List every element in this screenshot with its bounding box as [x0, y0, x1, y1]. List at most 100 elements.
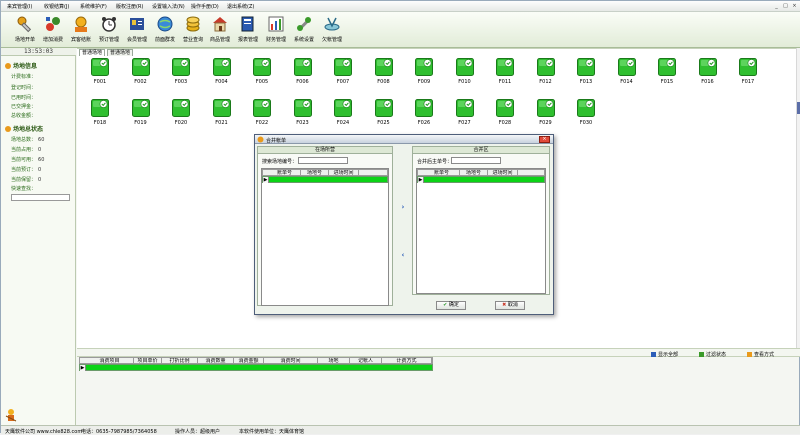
- info-row: 计费标准：: [11, 74, 37, 80]
- alarm-clock-icon: [102, 17, 116, 32]
- court-info-heading: 场地信息: [5, 61, 37, 70]
- quick-search-input[interactable]: [11, 194, 70, 201]
- menu-input-method[interactable]: 设置输入法(N): [152, 3, 185, 10]
- court-available-icon: [698, 58, 717, 76]
- menu-bar: 来宾管理(I) 收银结算(J) 系统维护(F) 版权注册(R) 设置输入法(N)…: [1, 1, 800, 12]
- quick-search-label: 快速查找：: [11, 186, 37, 192]
- court-tile[interactable]: F009: [412, 58, 436, 85]
- court-tile[interactable]: F008: [372, 58, 396, 85]
- member-button[interactable]: 会员管理: [122, 14, 152, 46]
- add-consume-button[interactable]: 增加消费: [38, 14, 68, 46]
- court-tile[interactable]: F002: [129, 58, 153, 85]
- maximize-button[interactable]: □: [782, 3, 789, 9]
- court-tile[interactable]: F030: [574, 99, 598, 126]
- finance-button[interactable]: 财务管理: [261, 14, 291, 46]
- view-mode-button[interactable]: 查看方式: [747, 351, 774, 358]
- court-tile[interactable]: F020: [169, 99, 193, 126]
- move-right-button[interactable]: ›: [399, 203, 407, 211]
- menu-maintenance[interactable]: 系统维护(F): [80, 3, 107, 10]
- court-tile[interactable]: F007: [331, 58, 355, 85]
- court-tile[interactable]: F015: [655, 58, 679, 85]
- court-available-icon: [536, 58, 555, 76]
- court-tile[interactable]: F022: [250, 99, 274, 126]
- menu-manual[interactable]: 操作手册(D): [191, 3, 219, 10]
- court-tile[interactable]: F004: [210, 58, 234, 85]
- view-icon: [747, 352, 752, 357]
- court-tile[interactable]: F018: [88, 99, 112, 126]
- key-open-icon: [17, 16, 32, 33]
- court-tile[interactable]: F026: [412, 99, 436, 126]
- toolbar-label: 预订管理: [98, 37, 119, 43]
- court-tile[interactable]: F023: [291, 99, 315, 126]
- bottom-action-bar: 显示全部 过滤状态 查看方式: [77, 348, 800, 358]
- dialog-title: 合并帐单: [266, 138, 287, 144]
- court-tile[interactable]: F029: [534, 99, 558, 126]
- court-tile[interactable]: F011: [493, 58, 517, 85]
- court-tile[interactable]: F024: [331, 99, 355, 126]
- court-label: F026: [417, 120, 431, 126]
- main-bill-label: 合并后主单号：: [417, 159, 453, 165]
- vertical-scrollbar[interactable]: [796, 48, 800, 348]
- move-left-button[interactable]: ‹: [399, 251, 407, 259]
- close-window-button[interactable]: ×: [791, 3, 798, 9]
- court-tile[interactable]: F003: [169, 58, 193, 85]
- member-card-icon: [130, 18, 144, 30]
- status-row: 当前占用： 0: [11, 147, 42, 153]
- court-tile[interactable]: F028: [493, 99, 517, 126]
- court-tile[interactable]: F016: [696, 58, 720, 85]
- search-court-input[interactable]: [298, 157, 348, 164]
- menu-guest[interactable]: 来宾管理(I): [7, 3, 32, 10]
- toolbar-label: 前面群发: [154, 37, 175, 43]
- report-button[interactable]: 报表管理: [233, 14, 263, 46]
- table-row[interactable]: ▶: [417, 176, 545, 183]
- checkout-button[interactable]: 宾客结账: [66, 14, 96, 46]
- court-tile[interactable]: F017: [736, 58, 760, 85]
- court-tile[interactable]: F001: [88, 58, 112, 85]
- revenue-query-button[interactable]: 营业查询: [178, 14, 208, 46]
- table-row[interactable]: ▶: [262, 176, 388, 183]
- tab-normal-court-2[interactable]: 普通场地: [107, 49, 134, 56]
- menu-checkout[interactable]: 收银结算(J): [44, 3, 69, 10]
- toolbar-label: 营业查询: [182, 37, 203, 43]
- minimize-button[interactable]: _: [773, 3, 780, 9]
- menu-exit[interactable]: 退出系统(Z): [227, 3, 254, 10]
- dialog-close-button[interactable]: ×: [539, 136, 550, 143]
- court-tile[interactable]: F014: [615, 58, 639, 85]
- court-label: F028: [498, 120, 512, 126]
- court-tile[interactable]: F025: [372, 99, 396, 126]
- court-tile[interactable]: F021: [210, 99, 234, 126]
- court-available-icon: [253, 99, 271, 117]
- court-tile[interactable]: F006: [291, 58, 315, 85]
- grid-header: 消费项目 项目单价 打折比例 消费数量 消费金额 消费时间 场地 记帐人 计费方…: [79, 357, 433, 364]
- court-available-icon: [253, 58, 271, 76]
- court-tile[interactable]: F005: [250, 58, 274, 85]
- filter-status-button[interactable]: 过滤状态: [699, 351, 726, 358]
- operator-info: 操作人员：超级用户: [175, 429, 221, 435]
- money-icon: [186, 16, 200, 32]
- show-all-button[interactable]: 显示全部: [651, 351, 678, 358]
- open-court-button[interactable]: 场地开单: [10, 14, 40, 46]
- court-tile[interactable]: F010: [453, 58, 477, 85]
- menu-register[interactable]: 版权注册(R): [116, 3, 143, 10]
- court-available-icon: [739, 58, 757, 76]
- debt-button[interactable]: 欠帐管理: [317, 14, 347, 46]
- in-use-grid: 账单号 场地号 进场时间 ▶: [261, 168, 389, 306]
- phone-info: 电话：0635-7987985/7364058: [81, 429, 157, 435]
- goods-button[interactable]: 商品管理: [205, 14, 235, 46]
- court-tile[interactable]: F013: [574, 58, 598, 85]
- merge-panel: 合并区 合并后主单号： 账单号 场地号 进场时间 ▶: [412, 146, 550, 295]
- dialog-title-bar[interactable]: 合并帐单 ×: [255, 135, 553, 144]
- court-tile[interactable]: F019: [129, 99, 153, 126]
- cancel-button[interactable]: ✖ 取消: [495, 301, 525, 310]
- broadcast-button[interactable]: 前面群发: [150, 14, 180, 46]
- table-row[interactable]: ▶: [79, 364, 433, 371]
- ok-button[interactable]: ✔ 确定: [436, 301, 466, 310]
- in-use-panel-title: 在场所营: [258, 147, 392, 154]
- settings-button[interactable]: 系统设置: [289, 14, 319, 46]
- court-tile[interactable]: F012: [534, 58, 558, 85]
- main-bill-input[interactable]: [451, 157, 501, 164]
- court-tile[interactable]: F027: [453, 99, 477, 126]
- mascot-logo-icon: [5, 409, 17, 422]
- reservation-button[interactable]: 预订管理: [94, 14, 124, 46]
- tab-normal-court[interactable]: 普通场地: [79, 49, 106, 56]
